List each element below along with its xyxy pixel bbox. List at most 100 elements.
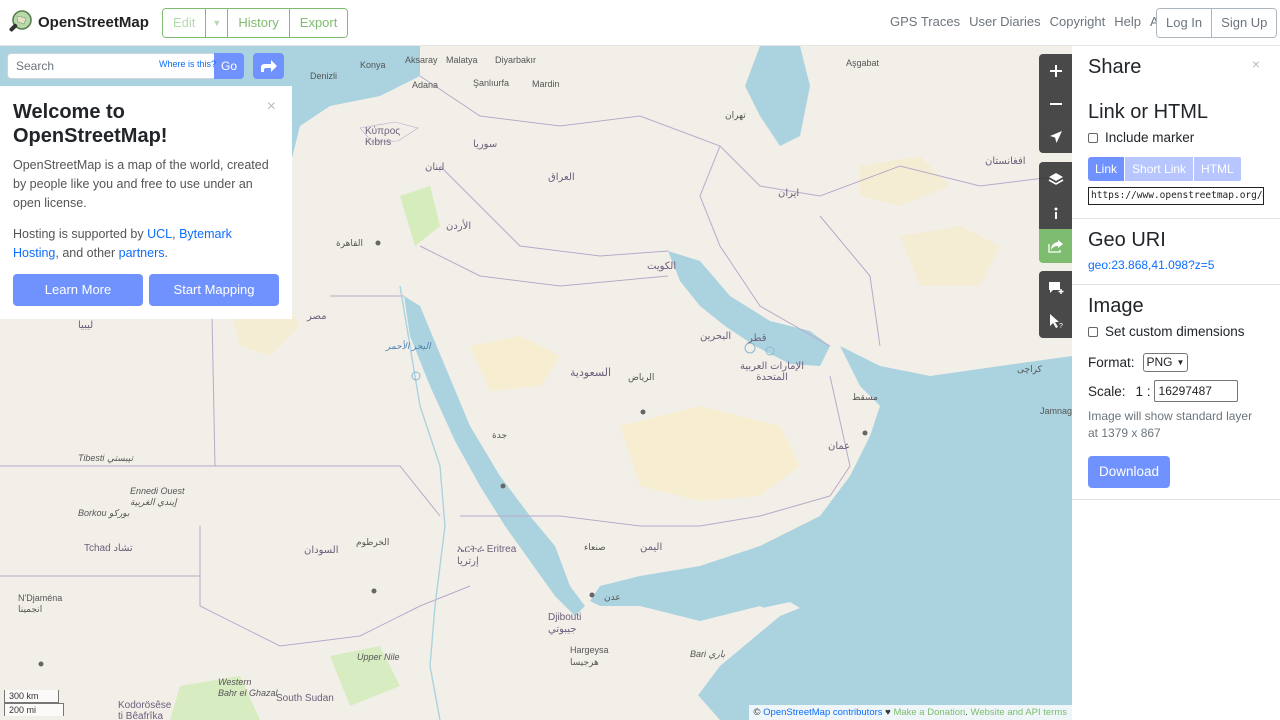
map-label-borkou: Borkou بوركو	[78, 508, 130, 518]
share-button[interactable]	[1039, 229, 1072, 263]
donate-link[interactable]: Make a Donation	[893, 707, 965, 718]
map-label-lebanon: لبنان	[425, 162, 445, 173]
nav-help[interactable]: Help	[1114, 14, 1141, 29]
scale-mi: 200 mi	[4, 703, 64, 716]
map-label-oman: عمان	[828, 441, 851, 452]
show-my-location-button[interactable]	[1039, 120, 1072, 153]
learn-more-button[interactable]: Learn More	[13, 274, 143, 306]
scale-prefix: 1 :	[1135, 383, 1151, 399]
nav-user-diaries[interactable]: User Diaries	[969, 14, 1041, 29]
image-heading: Image	[1088, 295, 1144, 317]
close-icon[interactable]: ×	[267, 98, 276, 116]
scale-input[interactable]: 16297487	[1153, 380, 1238, 402]
zoom-out-button[interactable]	[1039, 87, 1072, 120]
location-arrow-icon	[1049, 130, 1062, 143]
map-label-tibesti: Tibesti تيبستي	[78, 453, 134, 463]
scale-row: Scale: 1 : 16297487	[1088, 380, 1264, 402]
map-label-yemen: اليمن	[640, 542, 663, 553]
edit-button[interactable]: Edit	[163, 9, 206, 37]
map-canvas[interactable]: Konya Aksaray Malatya Diyarbakır Denizli…	[0, 46, 1072, 720]
nav-copyright[interactable]: Copyright	[1050, 14, 1106, 29]
map-label-adana: Adana	[412, 80, 439, 90]
info-icon	[1054, 207, 1057, 219]
scale-km: 300 km	[4, 690, 59, 703]
export-button[interactable]: Export	[288, 9, 348, 37]
download-button[interactable]: Download	[1088, 456, 1170, 488]
map-label-malatya: Malatya	[446, 55, 478, 65]
search-go-button[interactable]: Go	[214, 53, 244, 79]
where-is-this-link[interactable]: Where is this?	[159, 59, 216, 69]
map-label-riyadh: الرياض	[628, 372, 655, 382]
cursor-query-icon: ?	[1049, 314, 1063, 329]
terms-link[interactable]: Website and API terms	[971, 707, 1067, 718]
tab-short-link[interactable]: Short Link	[1124, 157, 1194, 181]
map-label-ennedi: Ennedi Ouest إيندي الغربية	[130, 486, 185, 507]
map-label-karachi: کراچی	[1017, 364, 1042, 374]
map-label-mardin: Mardin	[532, 79, 560, 89]
map-label-djibouti: Djibouti جيبوتي	[548, 612, 582, 635]
map-label-cyprus: Κύπρος Kıbrıs	[365, 126, 401, 148]
map-label-asgabat: Aşgabat	[846, 58, 880, 68]
query-features-button[interactable]: ?	[1039, 304, 1072, 338]
layers-icon	[1048, 173, 1063, 185]
share-sidebar: Share × Link or HTML Include marker Link…	[1072, 46, 1280, 720]
map-label-iran: ایران	[778, 188, 800, 199]
custom-dimensions-row[interactable]: Set custom dimensions	[1088, 324, 1264, 339]
map-label-konya: Konya	[360, 60, 386, 70]
format-label: Format:	[1088, 355, 1135, 370]
logo[interactable]: OpenStreetMap	[9, 10, 149, 34]
layers-button[interactable]	[1039, 162, 1072, 196]
tab-link[interactable]: Link	[1088, 157, 1125, 181]
login-button[interactable]: Log In	[1157, 9, 1212, 37]
share-link-input[interactable]: https://www.openstreetmap.org/#map=5/23.…	[1088, 187, 1264, 205]
map-label-jordan: الأردن	[446, 221, 472, 232]
header-bar: OpenStreetMap Edit ▼ History Export GPS …	[0, 0, 1280, 46]
image-size-note: Image will show standard layer at 1379 x…	[1088, 409, 1253, 440]
map-label-jamnagar: Jamnag	[1040, 406, 1072, 416]
format-value: PNG	[1146, 355, 1173, 369]
map-label-aksaray: Aksaray	[405, 55, 438, 65]
map-label-denizli: Denizli	[310, 71, 338, 81]
directions-button[interactable]	[253, 53, 284, 79]
secondary-nav: GPS Traces User Diaries Copyright Help A…	[890, 14, 1184, 29]
tab-html[interactable]: HTML	[1193, 157, 1241, 181]
ucl-link[interactable]: UCL	[147, 227, 172, 241]
hosting-prefix: Hosting is supported by	[13, 227, 148, 241]
map-label-bahrain: البحرين	[700, 331, 732, 342]
geo-uri-link[interactable]: geo:23.868,41.098?z=5	[1088, 258, 1264, 272]
chevron-down-icon: ▼	[1176, 358, 1185, 367]
edit-dropdown-button[interactable]: ▼	[205, 9, 228, 37]
format-row: Format: PNG ▼	[1088, 353, 1264, 372]
link-format-tabs: Link Short Link HTML	[1088, 157, 1242, 181]
map-label-afghanistan: افغانستان	[985, 156, 1026, 167]
note-add-icon	[1048, 281, 1063, 294]
map-key-button[interactable]	[1039, 196, 1072, 229]
nav-gps-traces[interactable]: GPS Traces	[890, 14, 960, 29]
auth-button-group: Log In Sign Up	[1156, 8, 1278, 38]
add-note-button[interactable]	[1039, 271, 1072, 304]
zoom-in-button[interactable]	[1039, 54, 1072, 87]
map-label-libya: ليبيا	[78, 320, 94, 331]
custom-dimensions-checkbox[interactable]	[1088, 326, 1098, 337]
map-label-khartoum: الخرطوم	[356, 537, 390, 547]
partners-link[interactable]: partners	[119, 246, 165, 260]
caret-down-icon: ▼	[212, 18, 222, 28]
geo-uri-heading: Geo URI	[1088, 229, 1166, 251]
close-icon[interactable]: ×	[1252, 56, 1260, 72]
history-button[interactable]: History	[227, 9, 289, 37]
geo-uri-section: Geo URI geo:23.868,41.098?z=5	[1072, 219, 1280, 285]
osm-contributors-link[interactable]: OpenStreetMap contributors	[763, 707, 882, 718]
scale-label: Scale:	[1088, 383, 1126, 399]
plus-icon	[1049, 64, 1062, 77]
signup-button[interactable]: Sign Up	[1211, 9, 1277, 37]
welcome-title: Welcome to OpenStreetMap!	[13, 101, 168, 147]
include-marker-row[interactable]: Include marker	[1088, 130, 1264, 145]
custom-dimensions-label: Set custom dimensions	[1105, 324, 1245, 339]
minus-icon	[1049, 102, 1062, 105]
include-marker-checkbox[interactable]	[1088, 132, 1098, 143]
map-attribution: © OpenStreetMap contributors ♥ Make a Do…	[748, 705, 1072, 720]
format-select[interactable]: PNG ▼	[1142, 353, 1189, 372]
hosting-separator-2: , and other	[55, 246, 119, 260]
share-header: Share ×	[1072, 46, 1280, 91]
start-mapping-button[interactable]: Start Mapping	[149, 274, 279, 306]
